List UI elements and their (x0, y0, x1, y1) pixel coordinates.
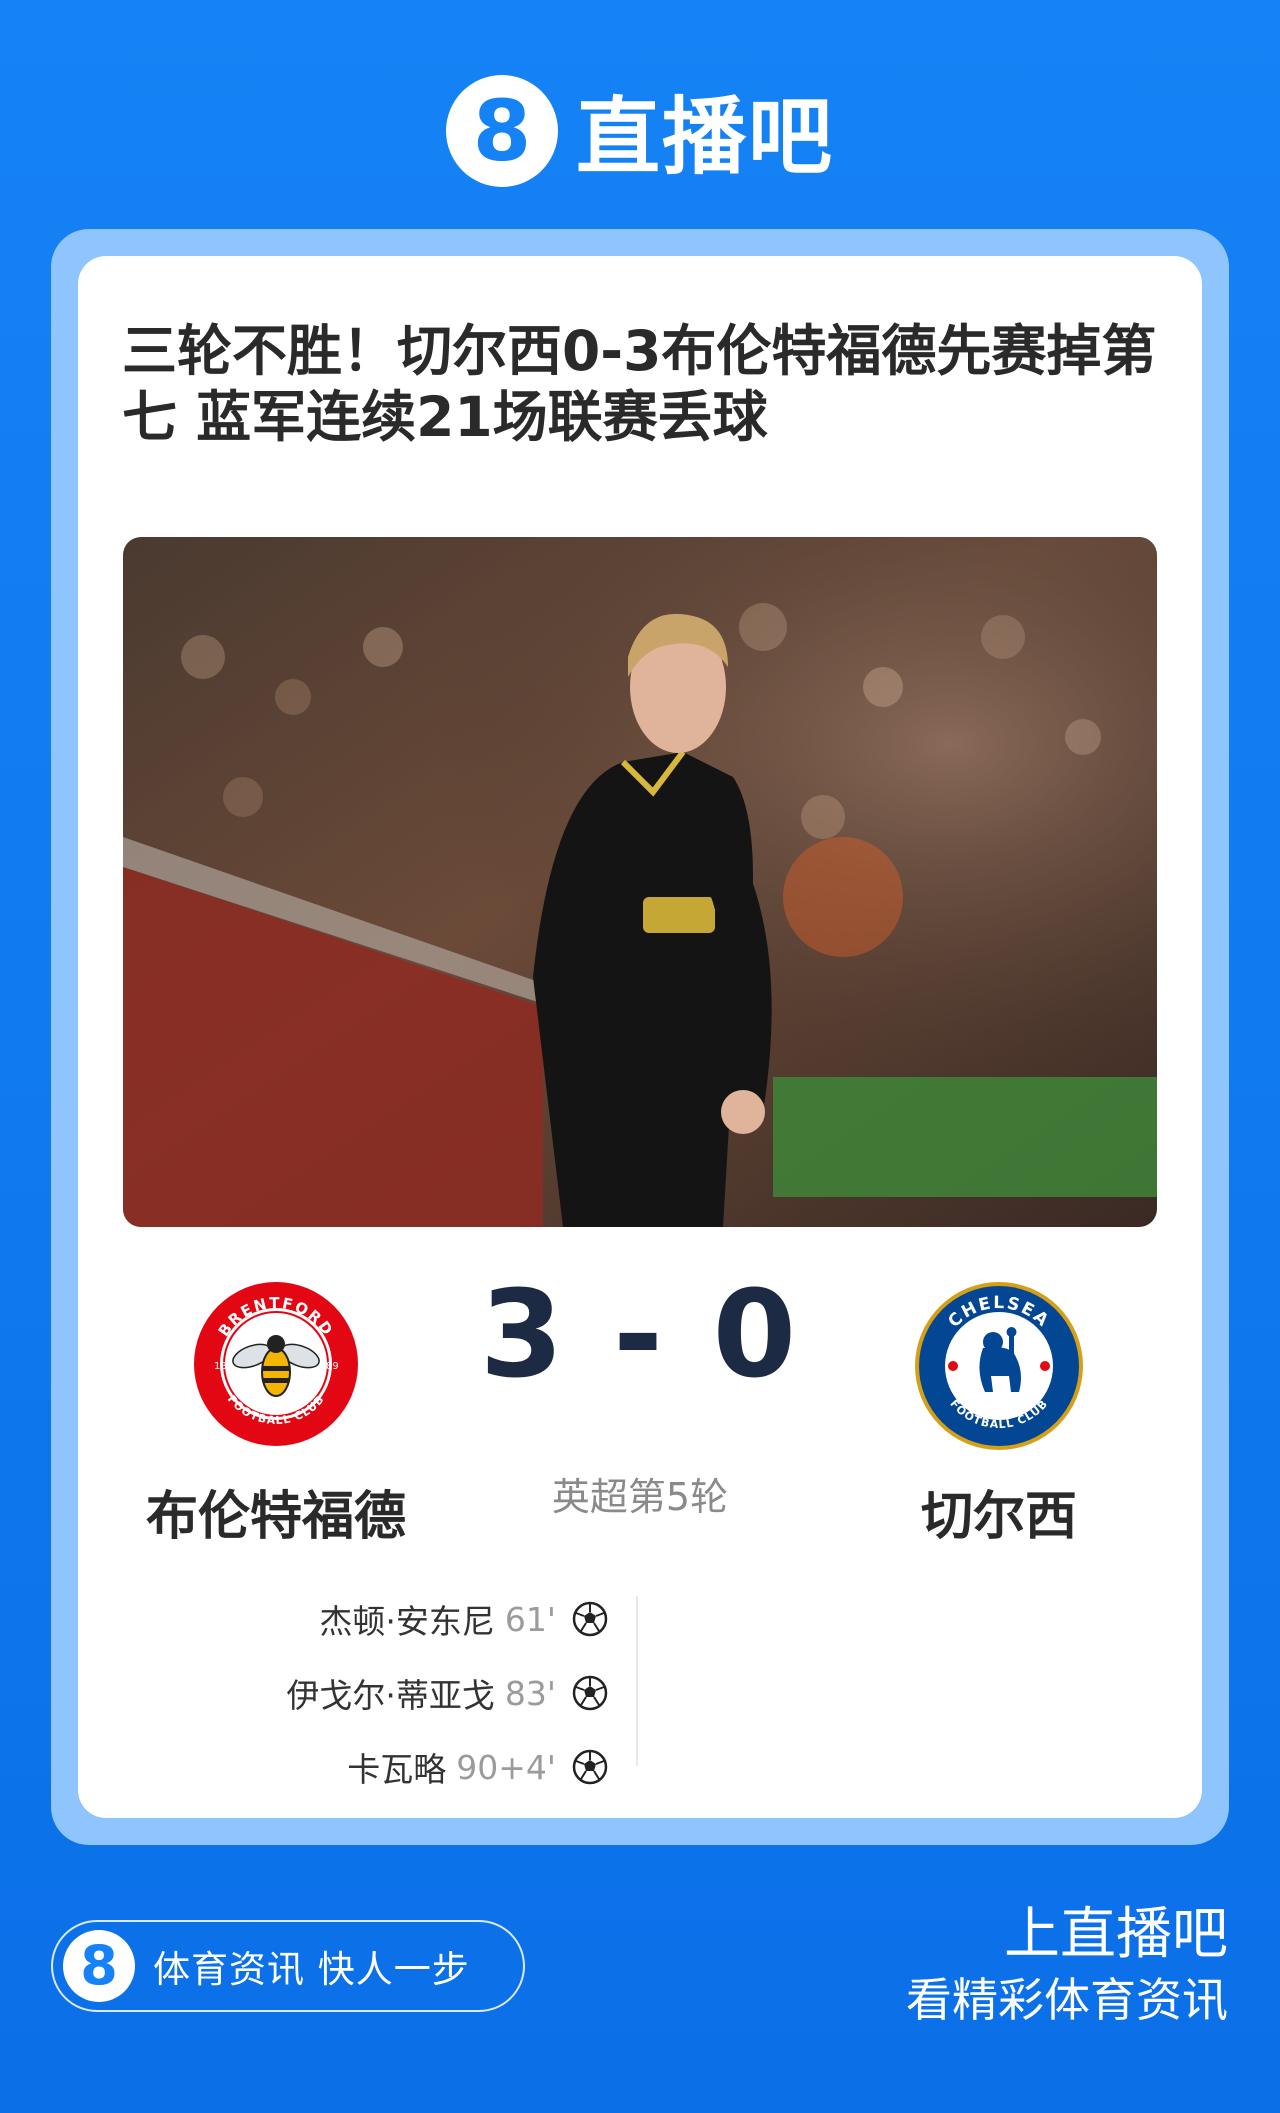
soccer-ball-icon (572, 1749, 608, 1785)
brand-name: 直播吧 (575, 88, 834, 186)
brentford-crest-year-right: 89 (326, 1361, 339, 1372)
goal-minute: 83' (504, 1673, 556, 1713)
chelsea-crest-icon: CHELSEA FOOTBALL CLUB (913, 1280, 1085, 1452)
match-card: 三轮不胜！切尔西0-3布伦特福德先赛掉第七 蓝军连续21场联赛丢球 BRENTF… (78, 256, 1202, 1818)
goal-minute: 61' (504, 1599, 556, 1639)
match-photo (123, 537, 1157, 1227)
goals-divider (636, 1596, 638, 1766)
brand-header: 8 直播吧 (0, 70, 1280, 191)
match-round: 英超第5轮 (551, 1475, 729, 1519)
brentford-crest-year-left: 18 (214, 1361, 227, 1372)
soccer-ball-icon (572, 1601, 608, 1637)
goal-scorer: 杰顿·安东尼 (319, 1602, 495, 1641)
brand-logo-icon: 8 (445, 74, 558, 187)
slogan-text: 体育资讯 快人一步 (153, 1948, 470, 1991)
slogan-pill: 8 体育资讯 快人一步 (51, 1920, 525, 2012)
brand-logo-icon: 8 (63, 1930, 135, 2002)
footer-title: 上直播吧 (1004, 1902, 1228, 1967)
goal-minute: 90+4' (456, 1747, 556, 1787)
footer-cta: 上直播吧 看精彩体育资讯 (906, 1900, 1228, 2030)
article-headline: 三轮不胜！切尔西0-3布伦特福德先赛掉第七 蓝军连续21场联赛丢球 (122, 319, 1157, 449)
away-team-name: 切尔西 (920, 1487, 1077, 1547)
footer-subtitle: 看精彩体育资讯 (906, 1973, 1228, 2027)
soccer-ball-icon (572, 1675, 608, 1711)
pill-logo-glyph: 8 (80, 1934, 118, 1997)
goal-row: 卡瓦略 90+4' (78, 1730, 608, 1804)
home-goal-list: 杰顿·安东尼 61' 伊戈尔·蒂亚戈 83' 卡瓦略 90+4' (78, 1582, 608, 1804)
goal-row: 杰顿·安东尼 61' (78, 1582, 608, 1656)
goal-scorer: 卡瓦略 (347, 1750, 447, 1789)
home-team-name: 布伦特福德 (145, 1487, 406, 1547)
brand-logo-glyph: 8 (472, 81, 532, 180)
match-score: 3 - 0 (479, 1266, 801, 1405)
brentford-crest-icon: BRENTFORD FOOTBALL CLUB 18 89 (190, 1278, 362, 1450)
goal-scorer: 伊戈尔·蒂亚戈 (286, 1676, 495, 1715)
goal-row: 伊戈尔·蒂亚戈 83' (78, 1656, 608, 1730)
